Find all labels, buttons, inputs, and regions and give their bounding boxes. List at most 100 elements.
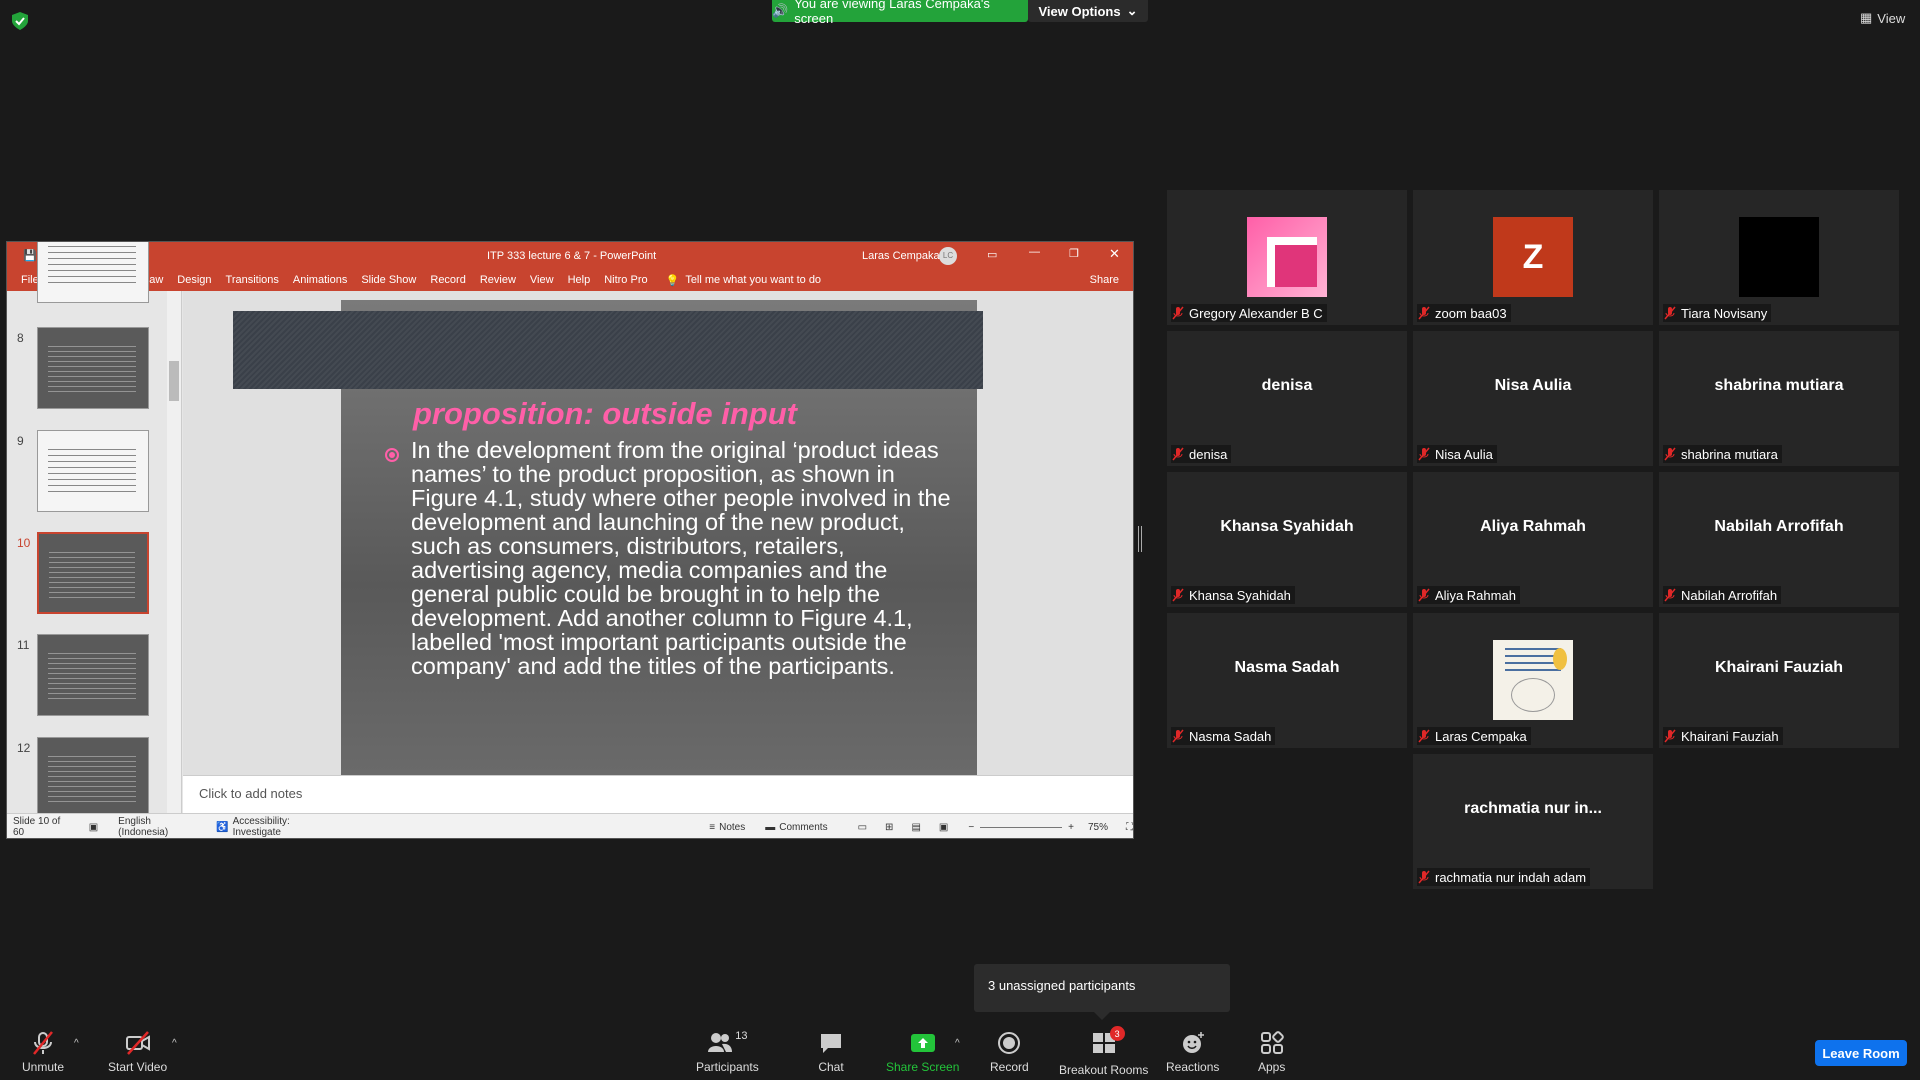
chat-icon — [821, 1034, 841, 1053]
thumbnail-scrollbar[interactable] — [167, 291, 181, 813]
muted-mic-icon — [1418, 306, 1430, 320]
participant-tile[interactable]: shabrina mutiara shabrina mutiara — [1659, 331, 1899, 466]
slideshow-view-icon[interactable]: ▣ — [939, 822, 948, 833]
slide-thumbnail-8[interactable] — [37, 327, 149, 409]
ribbon-tab[interactable]: Help — [568, 274, 591, 286]
language-status[interactable]: English (Indonesia) — [118, 816, 196, 838]
security-shield-icon[interactable] — [12, 12, 28, 30]
view-button[interactable]: ▦ View — [1860, 10, 1905, 26]
ppt-user-name: Laras Cempaka — [862, 250, 940, 262]
close-icon[interactable]: ✕ — [1109, 246, 1120, 262]
share-screen-button[interactable]: Share Screen — [886, 1030, 959, 1074]
slide-thumbnail[interactable] — [37, 242, 149, 303]
reading-view-icon[interactable]: ▤ — [911, 822, 920, 833]
ribbon-tab[interactable]: Transitions — [226, 274, 279, 286]
view-options-label: View Options — [1038, 3, 1121, 19]
accessibility-status[interactable]: Accessibility: Investigate — [233, 816, 332, 838]
participant-tile[interactable]: Khairani Fauziah Khairani Fauziah — [1659, 613, 1899, 748]
notes-pane[interactable]: Click to add notes — [183, 775, 1133, 813]
minimize-icon[interactable]: — — [1029, 246, 1040, 258]
participant-name: Nasma Sadah — [1189, 728, 1272, 744]
normal-view-icon[interactable]: ▭ — [858, 822, 867, 833]
participant-tile[interactable]: rachmatia nur in... rachmatia nur indah a… — [1413, 754, 1653, 889]
participant-tile[interactable]: denisa denisa — [1167, 331, 1407, 466]
user-avatar[interactable]: LC — [939, 247, 957, 265]
participants-button[interactable]: 13 Participants — [696, 1030, 759, 1074]
zoom-level[interactable]: 75% — [1088, 822, 1108, 833]
spellcheck-icon[interactable]: ▣ — [89, 822, 98, 833]
participant-tile[interactable]: Khansa Syahidah Khansa Syahidah — [1167, 472, 1407, 607]
ribbon-tab[interactable]: Nitro Pro — [604, 274, 647, 286]
ribbon-tab[interactable]: Slide Show — [361, 274, 416, 286]
start-video-button[interactable]: Start Video — [108, 1030, 167, 1074]
chat-button[interactable]: Chat — [818, 1030, 844, 1074]
zoom-in-icon[interactable]: + — [1068, 822, 1074, 833]
participant-name-display: Khansa Syahidah — [1220, 518, 1354, 535]
slide-thumbnail-9[interactable] — [37, 430, 149, 512]
participant-label: Aliya Rahmah — [1417, 586, 1520, 604]
view-options-button[interactable]: View Options ⌄ — [1028, 0, 1148, 22]
slide-thumbnail-12[interactable] — [37, 737, 149, 819]
comments-toggle[interactable]: Comments — [779, 822, 827, 833]
participant-label: Gregory Alexander B C — [1171, 304, 1327, 322]
breakout-rooms-button[interactable]: 3 Breakout Rooms — [1059, 1026, 1149, 1077]
ribbon-tab[interactable]: Review — [480, 274, 516, 286]
slide-sorter-icon[interactable]: ⊞ — [885, 822, 893, 833]
participant-name: Tiara Novisany — [1681, 305, 1768, 321]
participant-tile[interactable]: Zzoom baa03 — [1413, 190, 1653, 325]
slide-header-bar — [233, 311, 983, 389]
participant-name: shabrina mutiara — [1681, 446, 1778, 462]
slide-body-text: In the development from the original ‘pr… — [411, 437, 951, 679]
record-button[interactable]: Record — [990, 1030, 1029, 1074]
share-button[interactable]: Share — [1090, 274, 1119, 286]
slide-thumbnail-10[interactable] — [37, 532, 149, 614]
breakout-rooms-label: Breakout Rooms — [1059, 1063, 1149, 1077]
reactions-button[interactable]: Reactions — [1166, 1030, 1219, 1074]
slide-thumbnail-11[interactable] — [37, 634, 149, 716]
audio-options-chevron-icon[interactable]: ^ — [74, 1038, 79, 1049]
screen-share-banner: 🔊 You are viewing Laras Cempaka's screen — [772, 0, 1028, 26]
participant-tile[interactable]: Nabilah Arrofifah Nabilah Arrofifah — [1659, 472, 1899, 607]
start-video-label: Start Video — [108, 1060, 168, 1074]
zoom-out-icon[interactable]: − — [968, 822, 974, 833]
ribbon-tab[interactable]: Design — [177, 274, 211, 286]
share-options-chevron-icon[interactable]: ^ — [955, 1038, 960, 1049]
participant-label: Khairani Fauziah — [1663, 727, 1783, 745]
participant-avatar — [1739, 217, 1819, 297]
ppt-status-bar: Slide 10 of 60 ▣ English (Indonesia) ♿ A… — [7, 813, 1133, 838]
muted-mic-icon — [1418, 870, 1430, 884]
participant-tile[interactable]: Laras Cempaka — [1413, 613, 1653, 748]
video-options-chevron-icon[interactable]: ^ — [172, 1038, 177, 1049]
participant-tile[interactable]: Nasma Sadah Nasma Sadah — [1167, 613, 1407, 748]
muted-mic-icon — [1664, 447, 1676, 461]
ribbon-tab[interactable]: Record — [430, 274, 465, 286]
participant-name: zoom baa03 — [1435, 305, 1507, 321]
participant-tile[interactable]: Tiara Novisany — [1659, 190, 1899, 325]
splitter-handle[interactable] — [1138, 526, 1142, 552]
leave-room-button[interactable]: Leave Room — [1815, 1040, 1907, 1066]
participant-tile[interactable]: Gregory Alexander B C — [1167, 190, 1407, 325]
unmute-button[interactable]: Unmute — [22, 1030, 64, 1074]
apps-button[interactable]: Apps — [1258, 1030, 1285, 1074]
notes-toggle[interactable]: Notes — [719, 822, 745, 833]
ribbon-display-icon[interactable]: ▭ — [987, 248, 997, 261]
thumb-number: 12 — [17, 741, 31, 755]
fit-slide-icon[interactable]: ⛶ — [1126, 822, 1133, 833]
participant-name: Laras Cempaka — [1435, 728, 1527, 744]
zoom-slider[interactable] — [980, 826, 1063, 828]
participant-tile[interactable]: Nisa Aulia Nisa Aulia — [1413, 331, 1653, 466]
muted-mic-icon — [1418, 729, 1430, 743]
ribbon-tab[interactable]: View — [530, 274, 554, 286]
restore-icon[interactable]: ❐ — [1069, 247, 1079, 260]
reactions-label: Reactions — [1166, 1060, 1220, 1074]
participant-tile[interactable]: Aliya Rahmah Aliya Rahmah — [1413, 472, 1653, 607]
tell-me-search[interactable]: Tell me what you want to do — [685, 274, 821, 286]
shared-powerpoint-window[interactable]: 💾 ↶ ↻ ▤ ▾ ITP 333 lecture 6 & 7 - PowerP… — [6, 241, 1134, 839]
slide-editing-area[interactable]: proposition: outside input In the develo… — [183, 291, 1133, 775]
muted-mic-icon — [1664, 588, 1676, 602]
participant-name-display: Nabilah Arrofifah — [1714, 518, 1844, 535]
thumb-number: 9 — [17, 434, 24, 448]
participant-name-display: Aliya Rahmah — [1480, 518, 1586, 535]
ribbon-tab[interactable]: Animations — [293, 274, 347, 286]
save-icon[interactable]: 💾 — [23, 249, 37, 262]
